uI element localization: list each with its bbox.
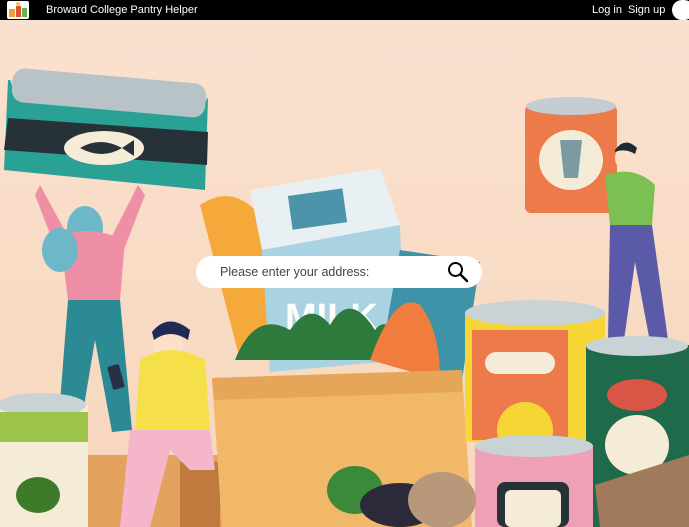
profile-toggle-button[interactable]	[672, 0, 689, 20]
sardine-can-illustration	[4, 68, 208, 190]
orange-can-illustration	[525, 97, 617, 213]
brand-link[interactable]: Broward College Pantry Helper	[46, 3, 198, 17]
top-navbar: Broward College Pantry Helper Log in Sig…	[0, 0, 689, 20]
hero-illustration: MILK	[0, 20, 689, 527]
olive-can-illustration	[0, 393, 88, 527]
address-search-input[interactable]	[220, 263, 440, 281]
yellow-can-illustration	[465, 300, 605, 458]
search-icon[interactable]	[446, 260, 470, 284]
signup-link[interactable]: Sign up	[628, 3, 665, 17]
pink-can-illustration	[475, 435, 593, 527]
address-search-bar[interactable]	[196, 256, 482, 288]
pantry-logo[interactable]	[7, 1, 29, 19]
login-link[interactable]: Log in	[592, 3, 622, 17]
